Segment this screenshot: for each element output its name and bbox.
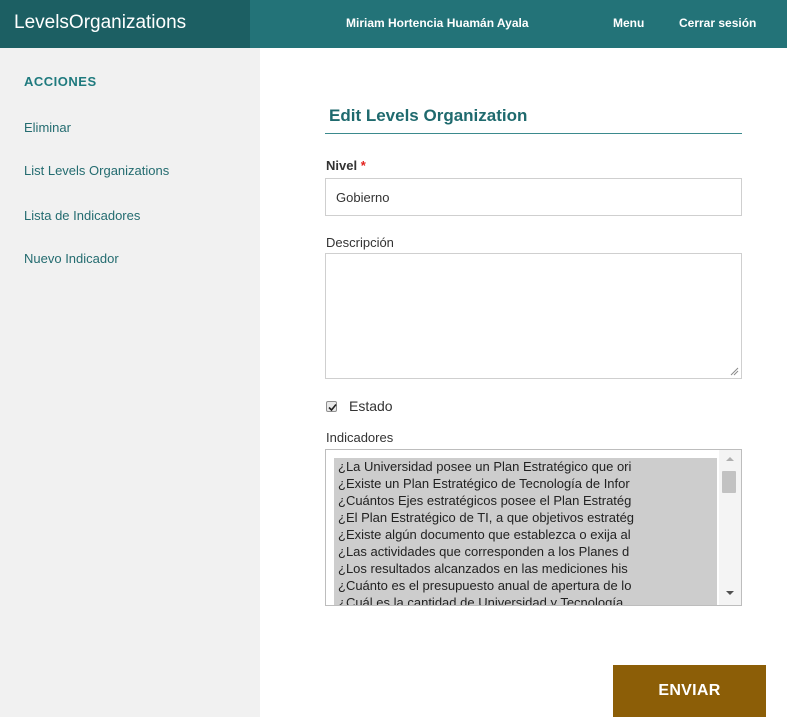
sidebar-item-nuevo-indicador[interactable]: Nuevo Indicador xyxy=(24,251,119,266)
descripcion-textarea[interactable] xyxy=(325,253,742,379)
nivel-label-text: Nivel xyxy=(326,158,358,173)
sidebar-item-list-levels-organizations[interactable]: List Levels Organizations xyxy=(24,163,169,178)
scrollbar-thumb[interactable] xyxy=(722,471,736,493)
indicadores-multiselect[interactable]: ¿La Universidad posee un Plan Estratégic… xyxy=(325,449,742,606)
resize-grip-icon[interactable] xyxy=(730,367,739,376)
indicador-option[interactable]: ¿Los resultados alcanzados en las medici… xyxy=(334,560,717,577)
estado-checkbox[interactable] xyxy=(326,401,337,412)
scroll-down-arrow-icon[interactable] xyxy=(719,586,741,600)
indicador-option[interactable]: ¿La Universidad posee un Plan Estratégic… xyxy=(334,458,717,475)
top-navbar: LevelsOrganizations Miriam Hortencia Hua… xyxy=(0,0,787,48)
form-title: Edit Levels Organization xyxy=(329,106,528,125)
indicador-option[interactable]: ¿Existe algún documento que establezca o… xyxy=(334,526,717,543)
scroll-up-arrow-icon[interactable] xyxy=(719,452,741,466)
submit-button[interactable]: ENVIAR xyxy=(613,665,766,717)
sidebar-item-lista-indicadores[interactable]: Lista de Indicadores xyxy=(24,208,140,223)
estado-label: Estado xyxy=(349,398,393,414)
brand-link[interactable]: LevelsOrganizations xyxy=(0,0,250,48)
sidebar-heading: ACCIONES xyxy=(24,74,97,89)
title-divider xyxy=(325,133,742,134)
indicador-option[interactable]: ¿Cuál es la cantidad de Universidad y Te… xyxy=(334,594,717,605)
user-name-link[interactable]: Miriam Hortencia Huamán Ayala xyxy=(346,0,529,48)
menu-link[interactable]: Menu xyxy=(613,0,644,48)
indicador-option[interactable]: ¿Cuántos Ejes estratégicos posee el Plan… xyxy=(334,492,717,509)
indicador-option[interactable]: ¿El Plan Estratégico de TI, a que objeti… xyxy=(334,509,717,526)
logout-link[interactable]: Cerrar sesión xyxy=(679,0,787,48)
indicadores-label: Indicadores xyxy=(326,430,394,445)
descripcion-label: Descripción xyxy=(326,235,394,250)
indicador-option[interactable]: ¿Cuánto es el presupuesto anual de apert… xyxy=(334,577,717,594)
sidebar: ACCIONES Eliminar List Levels Organizati… xyxy=(0,48,260,717)
required-mark: * xyxy=(360,158,366,173)
sidebar-item-eliminar[interactable]: Eliminar xyxy=(24,120,71,135)
checkmark-icon xyxy=(328,403,337,412)
nivel-label: Nivel * xyxy=(326,158,366,173)
indicador-option[interactable]: ¿Existe un Plan Estratégico de Tecnologí… xyxy=(334,475,717,492)
nivel-input[interactable] xyxy=(325,178,742,216)
indicador-option[interactable]: ¿Las actividades que corresponden a los … xyxy=(334,543,717,560)
